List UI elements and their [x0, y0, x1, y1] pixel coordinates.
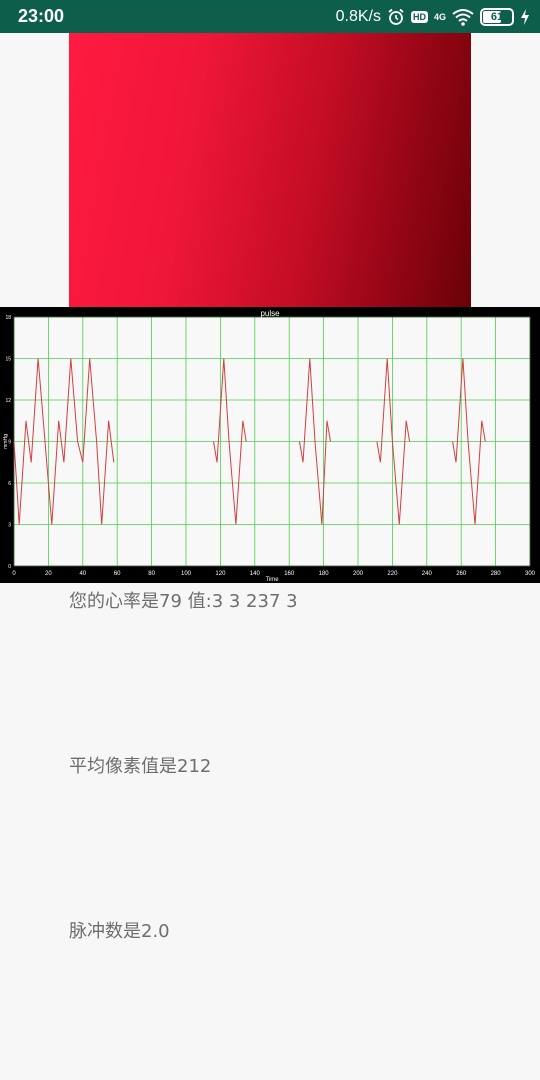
x-tick-label: 20: [45, 571, 52, 577]
camera-preview: [69, 33, 471, 308]
wifi-icon: [452, 8, 474, 26]
network-type: 4G: [433, 11, 446, 22]
x-tick-label: 140: [250, 571, 261, 577]
pulse-chart-svg: 0 20 40 60 80 100 120 140 160 180 200 220 240 260 280 3…: [3, 315, 536, 583]
y-tick-label: 0: [8, 564, 11, 570]
network-speed: 0.8K/s: [335, 8, 381, 25]
x-tick-label: 280: [491, 571, 502, 577]
x-tick-label: 80: [148, 571, 155, 577]
y-tick-label: 3: [8, 523, 11, 529]
y-tick-label: 12: [5, 398, 11, 404]
x-tick-label: 260: [456, 571, 467, 577]
status-bar: 23:00 0.8K/s HD 4G 61: [0, 0, 540, 33]
status-right-group: 0.8K/s HD 4G 61: [336, 5, 530, 29]
x-tick-label: 200: [353, 571, 364, 577]
pulse-chart: pulse 0 20 40 60 80 100 120 140 160 180 200 220 240 2…: [0, 307, 540, 583]
x-tick-label: 160: [284, 571, 295, 577]
average-pixel-text: 平均像素值是212: [69, 756, 212, 777]
x-tick-label: 0: [12, 571, 16, 577]
x-tick-label: 40: [79, 571, 86, 577]
x-tick-label: 60: [114, 571, 121, 577]
y-tick-label: 6: [8, 481, 11, 487]
x-tick-label: 220: [387, 571, 398, 577]
x-tick-label: 180: [319, 571, 330, 577]
charging-icon: [520, 9, 530, 25]
battery-icon: 61: [480, 8, 514, 26]
y-axis-label: mmHg: [3, 434, 9, 449]
pulse-count-text: 脉冲数是2.0: [69, 921, 170, 942]
x-tick-label: 100: [181, 571, 192, 577]
y-tick-label: 15: [5, 357, 11, 363]
x-tick-label: 240: [422, 571, 433, 577]
x-tick-label: 120: [215, 571, 226, 577]
x-axis-label: Time: [265, 577, 279, 583]
hd-icon: HD: [410, 11, 428, 23]
heart-rate-text: 您的心率是79 值:3 3 237 3: [69, 591, 298, 612]
status-time: 23:00: [18, 6, 65, 26]
signal-4g-icon: 4G: [433, 11, 446, 22]
alarm-icon: [387, 8, 405, 26]
x-tick-label: 300: [525, 571, 536, 577]
chart-title: pulse: [260, 309, 280, 318]
battery-level: 61: [490, 11, 504, 23]
